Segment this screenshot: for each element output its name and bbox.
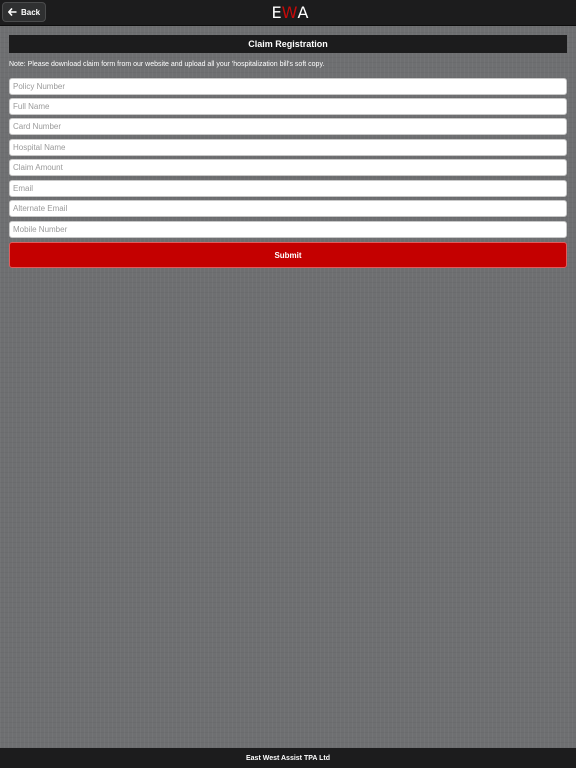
footer: East West Assist TPA Ltd bbox=[0, 748, 576, 768]
page-title: Claim Registration bbox=[9, 35, 567, 53]
ewa-logo: EWA bbox=[270, 2, 310, 22]
download-note: Note: Please download claim form from ou… bbox=[9, 61, 325, 68]
policy-number-input[interactable] bbox=[9, 78, 567, 95]
submit-button-label: Submit bbox=[274, 250, 302, 260]
footer-company-name: East West Assist TPA Ltd bbox=[245, 754, 331, 762]
top-navigation-bar: Back EWA bbox=[0, 0, 576, 26]
hospital-name-input[interactable] bbox=[9, 139, 567, 156]
mobile-number-input[interactable] bbox=[9, 221, 567, 238]
back-button-label: Back bbox=[21, 7, 41, 17]
card-number-input[interactable] bbox=[9, 118, 567, 135]
alternate-email-input[interactable] bbox=[9, 200, 567, 217]
submit-button[interactable]: Submit bbox=[9, 242, 567, 268]
logo-letter-a: A bbox=[297, 2, 309, 22]
full-name-input[interactable] bbox=[9, 98, 567, 115]
back-button[interactable]: Back bbox=[2, 2, 46, 22]
email-input[interactable] bbox=[9, 180, 567, 197]
logo-letter-e: E bbox=[271, 2, 282, 22]
logo-letter-w: W bbox=[281, 2, 298, 22]
claim-amount-input[interactable] bbox=[9, 159, 567, 176]
arrow-left-icon bbox=[8, 8, 17, 16]
